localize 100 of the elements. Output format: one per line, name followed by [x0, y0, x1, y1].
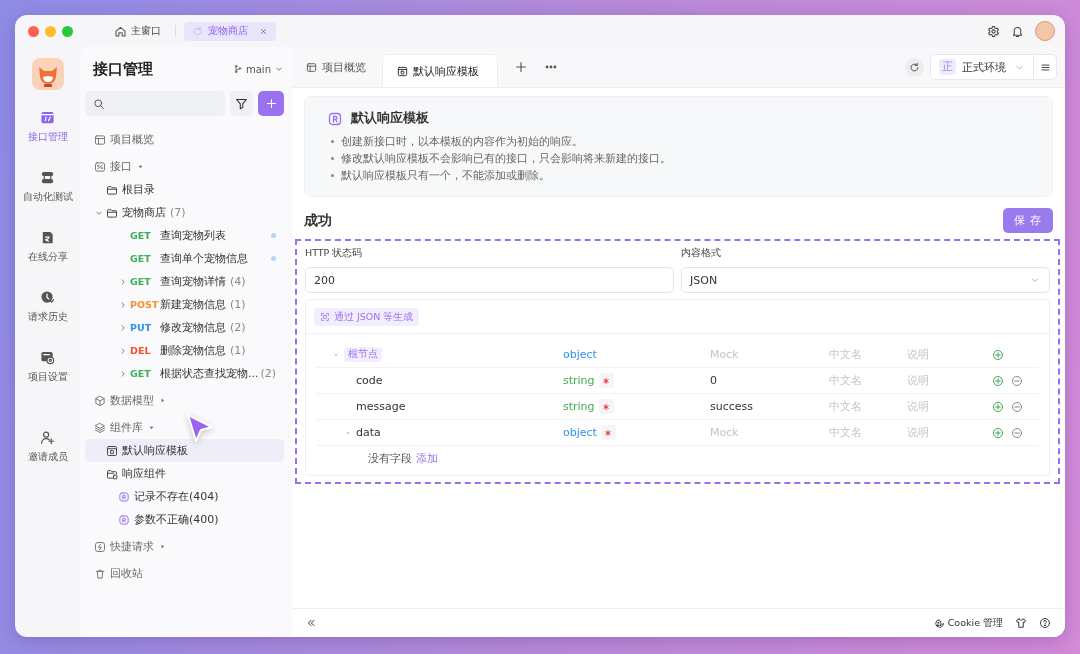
- help-icon[interactable]: [1039, 617, 1051, 629]
- menu-button[interactable]: [1033, 54, 1057, 80]
- plus-icon[interactable]: [514, 60, 528, 74]
- cookie-icon: [933, 617, 945, 629]
- search-icon: [93, 97, 105, 110]
- remove-icon[interactable]: [1011, 400, 1023, 413]
- tree-item[interactable]: 响应组件: [85, 462, 284, 485]
- tree-item[interactable]: 组件库: [85, 416, 284, 439]
- branch-selector[interactable]: main: [233, 63, 284, 75]
- mock-field[interactable]: success: [710, 394, 829, 419]
- panel-title: 接口管理: [93, 59, 154, 79]
- tree-item[interactable]: GET 根据状态查找宠物... (2): [85, 362, 284, 385]
- document-icon: [40, 230, 55, 245]
- tree-item[interactable]: 快捷请求: [85, 535, 284, 558]
- info-text: 修改默认响应模板不会影响已有的接口，只会影响将来新建的接口。: [341, 151, 671, 166]
- branch-icon: [233, 64, 243, 74]
- template-icon: [327, 110, 343, 127]
- settings-icon[interactable]: [987, 24, 1000, 38]
- tree-item[interactable]: DEL 删除宠物信息 (1): [85, 339, 284, 362]
- settings-icon: [40, 350, 55, 365]
- template-icon: [397, 65, 408, 77]
- item-count: (2): [230, 321, 246, 334]
- field-name: code: [356, 374, 383, 387]
- field-name: data: [356, 426, 381, 439]
- mock-field[interactable]: 0: [710, 368, 829, 393]
- required-toggle[interactable]: [598, 373, 614, 388]
- nav-item[interactable]: 在线分享: [27, 230, 68, 290]
- method-label: GET: [130, 253, 152, 264]
- tree-item[interactable]: POST新建宠物信息 (1): [85, 293, 284, 316]
- tab[interactable]: 项目概览: [292, 47, 382, 87]
- required-toggle[interactable]: [600, 425, 616, 440]
- tree-item[interactable]: 回收站: [85, 562, 284, 585]
- folder-icon: [106, 467, 118, 480]
- bell-icon[interactable]: [1011, 24, 1024, 38]
- add-icon[interactable]: [992, 426, 1004, 439]
- tree-item[interactable]: GET 查询宠物详情 (4): [85, 270, 284, 293]
- bolt-icon: [94, 540, 106, 553]
- tree-item[interactable]: 项目概览: [85, 128, 284, 151]
- tree-item[interactable]: 接口: [85, 155, 284, 178]
- remove-icon[interactable]: [1011, 374, 1023, 387]
- tree-item[interactable]: 参数不正确(400): [85, 508, 284, 531]
- window-tab[interactable]: 宠物商店: [184, 21, 276, 41]
- collapse-icon[interactable]: [305, 617, 317, 629]
- window-control-button[interactable]: [28, 25, 39, 37]
- tab[interactable]: 默认响应模板: [382, 54, 498, 87]
- method-label: GET: [130, 276, 152, 287]
- close-icon[interactable]: [259, 26, 268, 36]
- tree-item[interactable]: 数据模型: [85, 389, 284, 412]
- window-control-button[interactable]: [45, 25, 56, 37]
- tree-item[interactable]: PUT 修改宠物信息 (2): [85, 316, 284, 339]
- method-label: POST: [130, 299, 160, 310]
- add-link[interactable]: 添加: [416, 451, 438, 466]
- app-logo: [31, 58, 64, 90]
- tree-item[interactable]: GET 查询单个宠物信息: [85, 247, 284, 270]
- add-icon[interactable]: [992, 374, 1004, 387]
- add-button[interactable]: [258, 91, 284, 116]
- template-icon: [106, 444, 118, 457]
- layout-icon: [306, 61, 317, 73]
- nav-item[interactable]: 请求历史: [27, 290, 68, 350]
- response-icon: [118, 513, 130, 526]
- bullet-icon: [331, 174, 334, 177]
- method-label: GET: [130, 230, 152, 241]
- tree-item[interactable]: 记录不存在(404): [85, 485, 284, 508]
- nav-item[interactable]: 接口管理: [27, 110, 68, 170]
- filter-icon: [235, 97, 248, 110]
- tree-item[interactable]: 宠物商店 (7): [85, 201, 284, 224]
- remove-icon[interactable]: [1011, 426, 1023, 439]
- field-name: message: [356, 400, 406, 413]
- nav-item[interactable]: 邀请成员: [27, 430, 68, 490]
- item-count: (1): [230, 344, 246, 357]
- tree-item[interactable]: 根目录: [85, 178, 284, 201]
- method-label: DEL: [130, 345, 152, 356]
- add-icon[interactable]: [992, 400, 1004, 413]
- empty-text: 没有字段: [368, 451, 412, 466]
- nav-item[interactable]: 自动化测试: [22, 170, 73, 230]
- search-field[interactable]: [85, 91, 225, 116]
- refresh-button[interactable]: [905, 57, 924, 77]
- cookie-button[interactable]: Cookie 管理: [933, 616, 1003, 630]
- nav-item[interactable]: 项目设置: [27, 350, 68, 410]
- status-code-field[interactable]: 200: [305, 267, 674, 293]
- tree-item[interactable]: GET 查询宠物列表: [85, 224, 284, 247]
- root-node-tag: 根节点: [344, 347, 382, 362]
- api-icon: [94, 160, 106, 173]
- shirt-icon[interactable]: [1015, 617, 1027, 629]
- format-select[interactable]: JSON: [681, 267, 1050, 293]
- refresh-icon: [909, 61, 920, 73]
- home-icon: [114, 24, 127, 38]
- required-toggle[interactable]: [598, 399, 614, 414]
- environment-selector[interactable]: 正 正式环境: [930, 54, 1033, 80]
- tree-item[interactable]: 默认响应模板: [85, 439, 284, 462]
- avatar[interactable]: [1035, 21, 1055, 41]
- item-count: (7): [170, 206, 186, 219]
- bullet-icon: [331, 157, 334, 160]
- window-control-button[interactable]: [62, 25, 73, 37]
- filter-button[interactable]: [230, 91, 253, 116]
- cube-icon: [94, 394, 106, 407]
- reload-icon: [192, 25, 203, 37]
- window-tab[interactable]: 主窗口: [108, 21, 167, 41]
- trash-icon: [94, 567, 106, 580]
- add-icon[interactable]: [992, 348, 1004, 361]
